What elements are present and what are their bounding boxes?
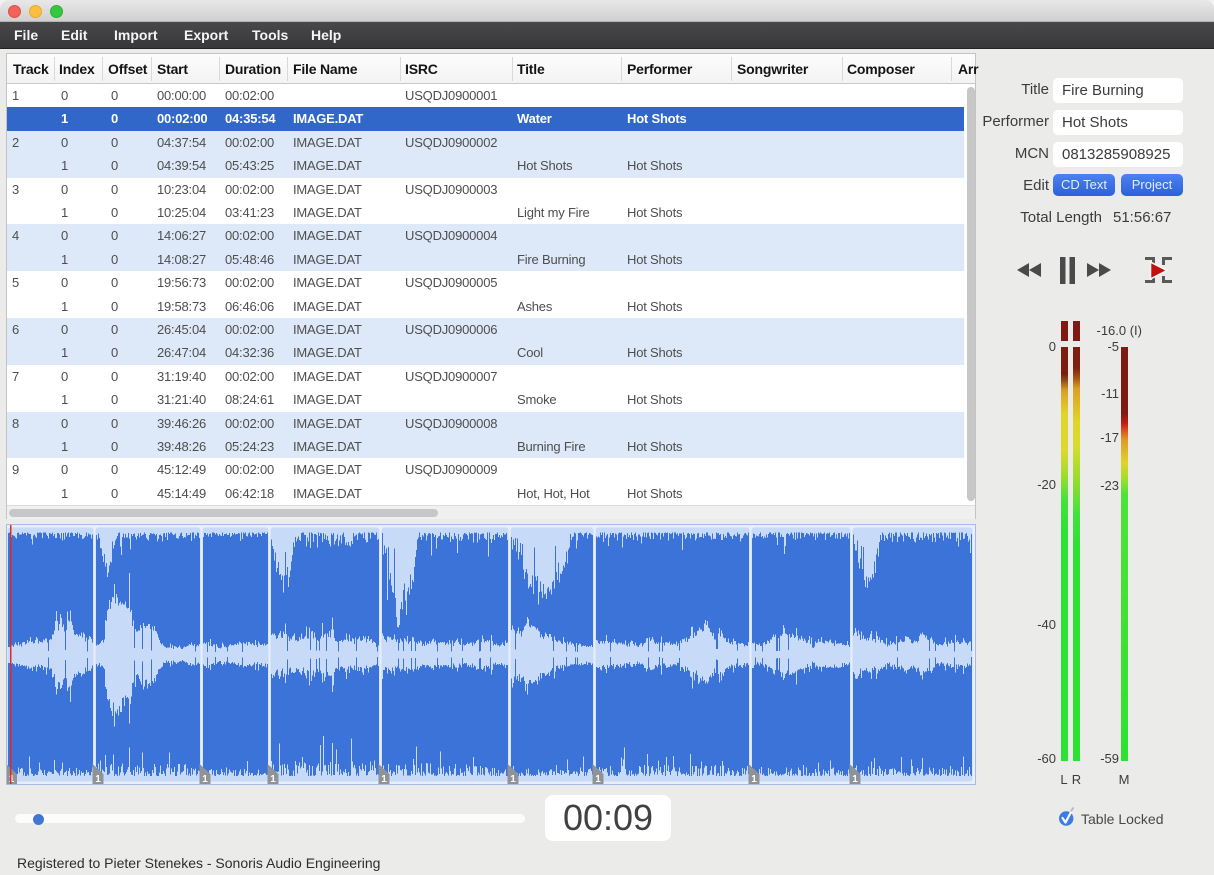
svg-text:1: 1	[270, 774, 276, 784]
svg-text:1: 1	[852, 774, 858, 784]
svg-text:1: 1	[381, 774, 387, 784]
svg-text:1: 1	[595, 774, 601, 784]
svg-text:1: 1	[202, 774, 208, 784]
svg-text:1: 1	[510, 774, 516, 784]
svg-text:1: 1	[95, 774, 101, 784]
svg-text:1: 1	[751, 774, 757, 784]
svg-text:1: 1	[9, 774, 15, 784]
